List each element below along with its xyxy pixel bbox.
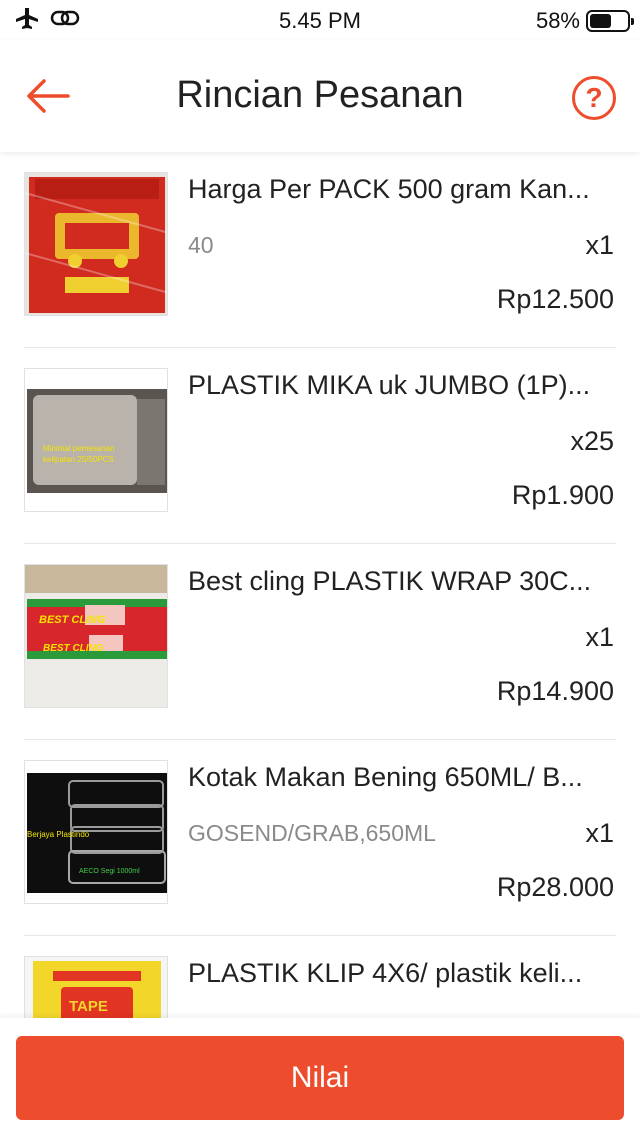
list-item[interactable]: Minimal pemesanan kelipatan 25/50PCS PLA… bbox=[0, 348, 640, 544]
svg-text:BEST CLING: BEST CLING bbox=[39, 614, 106, 626]
status-bar: 5.45 PM 58% bbox=[0, 0, 640, 40]
battery-fill bbox=[590, 14, 611, 28]
thumb-caption: kelipatan 25/50PCS bbox=[43, 455, 114, 464]
list-item[interactable]: Berjaya Plastindo AECO Segi 1000ml Kotak… bbox=[0, 740, 640, 936]
product-name: PLASTIK MIKA uk JUMBO (1P)... bbox=[188, 370, 591, 400]
product-quantity: x1 bbox=[585, 818, 614, 848]
product-variant: GOSEND/GRAB,650ML bbox=[188, 820, 436, 846]
product-quantity: x1 bbox=[585, 230, 614, 260]
product-name: Harga Per PACK 500 gram Kan... bbox=[188, 174, 590, 204]
list-item[interactable]: TAPE PLASTIK KLIP 4X6/ plastik keli... x… bbox=[0, 936, 640, 1018]
thumb-caption: Minimal pemesanan bbox=[43, 444, 115, 453]
battery-icon bbox=[586, 10, 634, 32]
product-quantity: x1 bbox=[585, 622, 614, 652]
question-circle-icon: ? bbox=[585, 82, 603, 113]
rate-button[interactable]: Nilai bbox=[16, 1036, 624, 1120]
product-thumbnail: BEST CLING BEST CLING bbox=[24, 564, 168, 708]
product-price: Rp28.000 bbox=[496, 872, 614, 902]
product-thumbnail: Minimal pemesanan kelipatan 25/50PCS bbox=[24, 368, 168, 512]
product-price: Rp1.900 bbox=[511, 480, 614, 510]
product-price: Rp14.900 bbox=[496, 676, 614, 706]
app-header: Rincian Pesanan ? bbox=[0, 40, 640, 152]
list-item[interactable]: BEST CLING BEST CLING Best cling PLASTIK… bbox=[0, 544, 640, 740]
thumb-caption: Berjaya Plastindo bbox=[27, 830, 90, 839]
product-price: Rp12.500 bbox=[496, 284, 614, 314]
product-name: Best cling PLASTIK WRAP 30C... bbox=[188, 566, 592, 596]
product-quantity: x25 bbox=[570, 426, 614, 456]
svg-text:TAPE: TAPE bbox=[69, 998, 108, 1015]
product-thumbnail: TAPE bbox=[24, 956, 168, 1018]
product-thumbnail: Berjaya Plastindo AECO Segi 1000ml bbox=[24, 760, 168, 904]
help-button[interactable]: ? bbox=[572, 76, 616, 120]
status-icons-right: 58% bbox=[535, 8, 634, 34]
product-name: Kotak Makan Bening 650ML/ B... bbox=[188, 762, 583, 792]
page-title: Rincian Pesanan bbox=[176, 74, 464, 116]
product-name: PLASTIK KLIP 4X6/ plastik keli... bbox=[188, 958, 583, 988]
list-item[interactable]: Harga Per PACK 500 gram Kan... 40 x1 Rp1… bbox=[0, 152, 640, 348]
product-variant: 40 bbox=[188, 232, 214, 258]
svg-text:BEST CLING: BEST CLING bbox=[43, 643, 104, 654]
order-item-list[interactable]: Harga Per PACK 500 gram Kan... 40 x1 Rp1… bbox=[0, 152, 640, 1018]
footer-bar: Nilai bbox=[0, 1018, 640, 1136]
product-thumbnail bbox=[24, 172, 168, 316]
battery-percent: 58% bbox=[535, 8, 580, 33]
thumb-caption: AECO Segi 1000ml bbox=[79, 868, 140, 875]
